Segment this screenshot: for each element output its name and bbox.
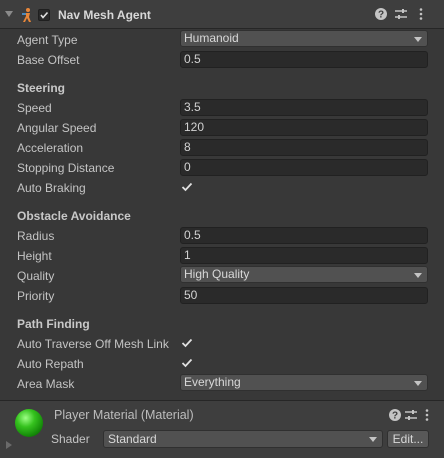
- chevron-down-icon: [414, 37, 422, 42]
- acceleration-field[interactable]: 8: [180, 139, 428, 156]
- quality-label: Quality: [17, 269, 55, 283]
- agent-type-dropdown[interactable]: Humanoid: [180, 30, 428, 47]
- shader-value: Standard: [108, 432, 157, 446]
- obstacle-avoidance-header: Obstacle Avoidance: [17, 209, 131, 223]
- auto-traverse-label: Auto Traverse Off Mesh Link: [17, 337, 169, 351]
- svg-text:?: ?: [392, 411, 398, 422]
- area-mask-dropdown[interactable]: Everything: [180, 374, 428, 391]
- svg-text:?: ?: [378, 10, 384, 21]
- material-panel: Player Material (Material) ? Shader Stan…: [0, 400, 444, 458]
- auto-repath-checkbox[interactable]: [180, 356, 194, 370]
- shader-label: Shader: [51, 432, 90, 446]
- foldout-arrow-icon[interactable]: [5, 11, 13, 17]
- quality-dropdown[interactable]: High Quality: [180, 266, 428, 283]
- kebab-menu-icon[interactable]: [420, 408, 434, 422]
- acceleration-label: Acceleration: [17, 141, 84, 155]
- material-preview-sphere: [15, 409, 43, 437]
- shader-dropdown[interactable]: Standard: [103, 430, 383, 448]
- chevron-down-icon: [369, 437, 377, 442]
- base-offset-label: Base Offset: [17, 53, 80, 67]
- component-header[interactable]: Nav Mesh Agent ?: [0, 0, 444, 29]
- priority-label: Priority: [17, 289, 55, 303]
- auto-repath-label: Auto Repath: [17, 357, 84, 371]
- material-title: Player Material (Material): [54, 408, 194, 422]
- edit-shader-button[interactable]: Edit...: [387, 430, 429, 448]
- stopping-distance-label: Stopping Distance: [17, 161, 115, 175]
- component-title: Nav Mesh Agent: [58, 8, 151, 22]
- angular-speed-field[interactable]: 120: [180, 119, 428, 136]
- chevron-down-icon: [414, 273, 422, 278]
- stopping-distance-field[interactable]: 0: [180, 159, 428, 176]
- auto-braking-label: Auto Braking: [17, 181, 86, 195]
- speed-field[interactable]: 3.5: [180, 99, 428, 116]
- area-mask-label: Area Mask: [17, 377, 75, 391]
- help-icon[interactable]: ?: [388, 408, 402, 422]
- height-field[interactable]: 1: [180, 247, 428, 264]
- speed-label: Speed: [17, 101, 52, 115]
- preset-icon[interactable]: [394, 7, 408, 21]
- nav-mesh-agent-icon: [22, 8, 31, 22]
- path-finding-header: Path Finding: [17, 317, 90, 331]
- radius-label: Radius: [17, 229, 55, 243]
- agent-type-value: Humanoid: [184, 31, 239, 45]
- help-icon[interactable]: ?: [374, 7, 388, 21]
- agent-type-label: Agent Type: [17, 33, 78, 47]
- priority-field[interactable]: 50: [180, 287, 428, 304]
- angular-speed-label: Angular Speed: [17, 121, 97, 135]
- quality-value: High Quality: [184, 267, 250, 281]
- preset-icon[interactable]: [404, 408, 418, 422]
- base-offset-field[interactable]: 0.5: [180, 51, 428, 68]
- play-arrow-icon[interactable]: [6, 441, 12, 449]
- auto-traverse-checkbox[interactable]: [180, 336, 194, 350]
- height-label: Height: [17, 249, 52, 263]
- auto-braking-checkbox[interactable]: [180, 180, 194, 194]
- kebab-menu-icon[interactable]: [414, 7, 428, 21]
- chevron-down-icon: [414, 381, 422, 386]
- steering-header: Steering: [17, 81, 66, 95]
- area-mask-value: Everything: [184, 375, 241, 389]
- component-enabled-checkbox[interactable]: [38, 9, 50, 21]
- radius-field[interactable]: 0.5: [180, 227, 428, 244]
